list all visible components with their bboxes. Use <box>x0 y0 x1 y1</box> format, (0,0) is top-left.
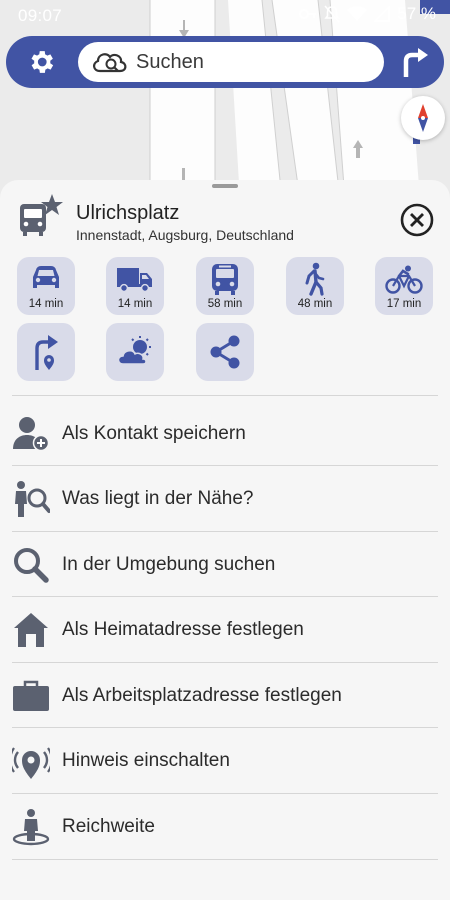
sheet-drag-handle[interactable] <box>212 184 238 188</box>
travel-mode-walk-button[interactable]: 48 min <box>286 257 344 315</box>
turn-right-pin-icon <box>35 335 58 370</box>
search-bar: Suchen <box>6 36 444 88</box>
gear-icon[interactable] <box>26 47 56 77</box>
menu-item-range[interactable]: Reichweite <box>0 795 450 859</box>
person-search-icon <box>15 481 50 517</box>
vpn-key-icon <box>299 9 317 19</box>
truck-icon <box>117 268 152 292</box>
travel-mode-car-button[interactable]: 14 min <box>17 257 75 315</box>
place-details-sheet: Ulrichsplatz Innenstadt, Augsburg, Deuts… <box>0 180 450 900</box>
magnifier-icon <box>14 548 49 583</box>
weather-button[interactable] <box>106 323 164 381</box>
divider <box>12 395 438 396</box>
menu-item-label: Als Kontakt speichern <box>62 423 246 444</box>
weather-icon <box>117 336 151 365</box>
menu-item-label: Als Arbeitsplatzadresse festlegen <box>62 685 342 706</box>
status-time: 09:07 <box>18 6 63 25</box>
travel-mode-transit-button[interactable]: 58 min <box>196 257 254 315</box>
divider <box>12 727 438 728</box>
travel-time-car: 14 min <box>28 298 64 310</box>
briefcase-icon <box>13 680 49 711</box>
home-icon <box>14 613 48 647</box>
travel-time-transit: 58 min <box>207 298 243 310</box>
menu-item-whats-nearby[interactable]: Was liegt in der Nähe? <box>0 467 450 531</box>
divider <box>12 596 438 597</box>
menu-item-set-work[interactable]: Als Arbeitsplatzadresse festlegen <box>0 664 450 728</box>
menu-item-label: Als Heimatadresse festlegen <box>62 619 304 640</box>
travel-time-bike: 17 min <box>386 298 422 310</box>
place-name: Ulrichsplatz <box>76 202 180 224</box>
menu-item-label: Reichweite <box>62 816 155 837</box>
divider <box>12 859 438 860</box>
location-alert-icon <box>12 747 50 779</box>
travel-time-truck: 14 min <box>117 298 153 310</box>
share-button[interactable] <box>196 323 254 381</box>
menu-item-search-around[interactable]: In der Umgebung suchen <box>0 533 450 597</box>
search-placeholder: Suchen <box>136 51 204 73</box>
bus-stop-favorite-icon <box>20 194 63 236</box>
menu-item-save-contact[interactable]: Als Kontakt speichern <box>0 402 450 466</box>
menu-item-label: Hinweis einschalten <box>62 750 230 771</box>
share-icon <box>210 335 240 369</box>
bus-icon <box>212 264 238 295</box>
compass-button[interactable] <box>401 96 445 140</box>
menu-item-label: Was liegt in der Nähe? <box>62 488 254 509</box>
signal-icon <box>374 6 391 22</box>
divider <box>12 662 438 663</box>
battery-level: 57 % <box>397 4 436 23</box>
walk-icon <box>305 262 325 296</box>
divider <box>12 465 438 466</box>
travel-mode-bike-button[interactable]: 17 min <box>375 257 433 315</box>
menu-item-set-home[interactable]: Als Heimatadresse festlegen <box>0 598 450 662</box>
compass-icon <box>418 104 428 132</box>
car-icon <box>33 266 59 288</box>
menu-item-enable-alert[interactable]: Hinweis einschalten <box>0 729 450 793</box>
menu-item-label: In der Umgebung suchen <box>62 554 276 575</box>
close-icon[interactable] <box>400 203 434 237</box>
route-turn-icon[interactable] <box>398 45 432 79</box>
travel-mode-truck-button[interactable]: 14 min <box>106 257 164 315</box>
add-contact-icon <box>13 417 50 452</box>
navigate-button[interactable] <box>17 323 75 381</box>
divider <box>12 531 438 532</box>
range-person-icon <box>12 809 50 846</box>
divider <box>12 793 438 794</box>
cloud-search-icon <box>93 53 127 73</box>
search-input[interactable]: Suchen <box>78 42 384 82</box>
status-bar: 09:07 57 % <box>0 0 450 32</box>
place-address: Innenstadt, Augsburg, Deutschland <box>76 227 294 243</box>
travel-time-walk: 48 min <box>297 298 333 310</box>
bike-icon <box>385 265 423 294</box>
mute-icon <box>324 5 340 23</box>
wifi-icon <box>347 6 368 21</box>
